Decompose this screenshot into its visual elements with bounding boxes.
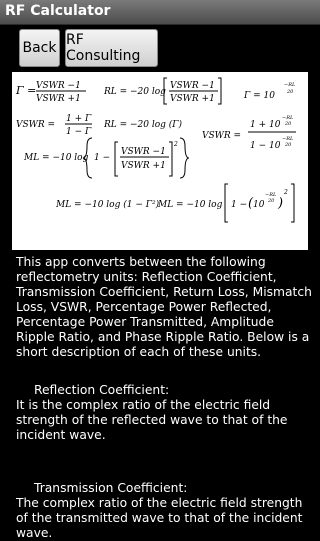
one-minus: 1 − <box>94 153 110 163</box>
one-minus: 1 − <box>231 200 247 210</box>
paren: ) <box>277 196 283 211</box>
vswr-num: 1 + Γ <box>66 114 92 124</box>
section-text: It is the complex ratio of the electric … <box>16 398 288 442</box>
exp-num: −RL <box>284 82 296 88</box>
vswr-rl-den: 1 − 10 <box>250 141 281 151</box>
formula-image: Γ = VSWR −1 VSWR +1 RL = −20 log VSWR −1… <box>12 72 308 250</box>
rf-consulting-button[interactable]: RF Consulting <box>65 29 158 67</box>
bracket <box>114 141 118 177</box>
section-heading: Transmission Coefficient: <box>34 481 188 495</box>
rl-den: VSWR +1 <box>170 94 215 104</box>
bracket <box>218 77 222 105</box>
gamma-num: VSWR −1 <box>36 81 81 91</box>
ml-eq-lhs: ML = −10 log <box>23 153 89 163</box>
description: This app converts between the following … <box>16 255 312 541</box>
ten: 10 <box>253 200 265 210</box>
gamma-den: VSWR +1 <box>36 94 81 104</box>
bracket <box>224 183 228 223</box>
vswr-eq-lhs: VSWR = <box>16 120 55 130</box>
section-heading: Reflection Coefficient: <box>34 383 170 397</box>
ml-gamma-eq: ML = −10 log (1 − Γ²) <box>55 199 160 210</box>
vswr-den: 1 − Γ <box>66 127 92 137</box>
exp-den: 20 <box>284 121 292 127</box>
rl-gamma-eq: RL = −20 log (Γ) <box>103 119 183 130</box>
bracket <box>291 183 295 223</box>
ml-den: VSWR +1 <box>121 161 166 171</box>
vswr-rl-lhs: VSWR = <box>202 131 241 141</box>
superscript: 2 <box>173 141 178 148</box>
back-button[interactable]: Back <box>19 29 60 67</box>
app-title: RF Calculator <box>5 3 111 19</box>
section-text: The complex ratio of the electric field … <box>16 496 303 540</box>
rl-eq-lhs: RL = −20 log <box>103 87 166 97</box>
brace <box>179 137 190 179</box>
exp-den: 20 <box>267 198 275 204</box>
superscript: 2 <box>283 189 288 196</box>
bracket <box>169 141 173 177</box>
exp-den: 20 <box>284 142 292 148</box>
vswr-rl-num: 1 + 10 <box>250 120 281 130</box>
ml-rl-eq: ML = −10 log <box>157 200 223 210</box>
title-bar: RF Calculator <box>0 0 320 25</box>
rl-num: VSWR −1 <box>170 81 215 91</box>
intro-text: This app converts between the following … <box>16 255 312 359</box>
gamma-eq-lhs: Γ = <box>15 84 36 97</box>
gamma-rl-lhs: Γ = 10 <box>243 91 275 101</box>
ml-num: VSWR −1 <box>121 147 166 157</box>
exp-den: 20 <box>286 89 294 95</box>
